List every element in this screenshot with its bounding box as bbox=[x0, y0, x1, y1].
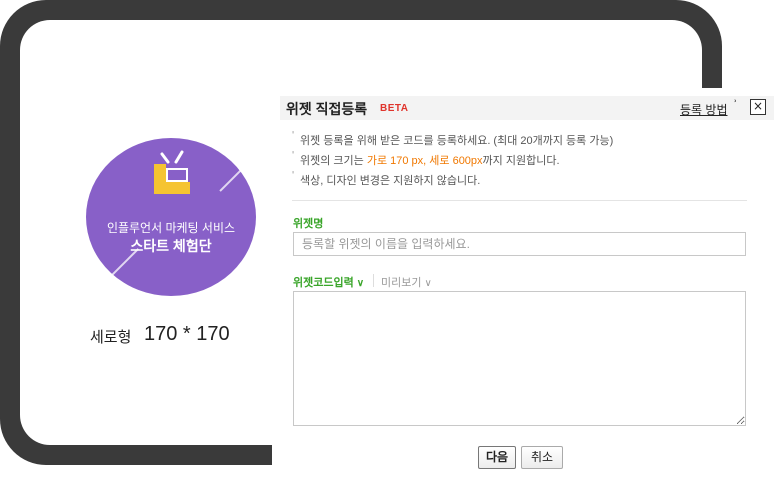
note-text: 위젯 등록을 위해 받은 코드를 등록하세요. (최대 20개까지 등록 가능) bbox=[300, 135, 614, 147]
note-item: ʹ 색상, 디자인 변경은 지원하지 않습니다. bbox=[292, 170, 613, 192]
widget-name-input[interactable] bbox=[293, 232, 746, 256]
beta-badge: BETA bbox=[380, 103, 409, 114]
widget-name-label: 위젯명 bbox=[293, 218, 324, 230]
divider bbox=[292, 200, 747, 201]
help-mark-icon: ʾ bbox=[734, 99, 738, 110]
bullet-icon: ʹ bbox=[292, 170, 295, 182]
help-link[interactable]: 등록 방법 bbox=[680, 101, 728, 118]
size-value: 170 * 170 bbox=[144, 323, 230, 345]
tab-separator bbox=[373, 274, 374, 287]
tab-preview-label: 미리보기 bbox=[381, 277, 422, 289]
note-item: ʹ 위젯의 크기는 가로 170 px, 세로 600px까지 지원합니다. bbox=[292, 150, 613, 172]
tab-code-input[interactable]: 위젯코드입력 ∨ bbox=[293, 274, 364, 290]
widget-register-dialog: 위젯 직접등록 BETA 등록 방법 ʾ × ʹ 위젯 등록을 위해 받은 코드… bbox=[272, 88, 774, 483]
dialog-header: 위젯 직접등록 BETA 등록 방법 ʾ × bbox=[280, 96, 774, 120]
cancel-button[interactable]: 취소 bbox=[521, 446, 563, 469]
chevron-down-icon: ∨ bbox=[356, 278, 365, 289]
tab-preview[interactable]: 미리보기 ∨ bbox=[381, 274, 432, 290]
note-text: 까지 지원합니다. bbox=[482, 155, 560, 167]
bullet-icon: ʹ bbox=[292, 150, 295, 162]
chevron-down-icon: ∨ bbox=[424, 278, 432, 289]
next-button[interactable]: 다음 bbox=[478, 446, 516, 469]
size-type-label: 세로형 bbox=[90, 329, 132, 346]
notes-list: ʹ 위젯 등록을 위해 받은 코드를 등록하세요. (최대 20개까지 등록 가… bbox=[292, 130, 614, 192]
note-item: ʹ 위젯 등록을 위해 받은 코드를 등록하세요. (최대 20개까지 등록 가… bbox=[292, 130, 614, 152]
tab-code-label: 위젯코드입력 bbox=[293, 277, 354, 289]
note-highlight: 가로 170 px, 세로 600px bbox=[366, 155, 483, 167]
widget-title-text: 스타트 체험단 bbox=[130, 238, 212, 254]
close-button[interactable]: × bbox=[750, 99, 766, 115]
tv-logo-icon bbox=[154, 150, 190, 194]
widget-code-textarea[interactable] bbox=[293, 291, 746, 426]
note-text: 위젯의 크기는 bbox=[300, 155, 367, 167]
widget-service-text: 인플루언서 마케팅 서비스 bbox=[106, 221, 236, 235]
bullet-icon: ʹ bbox=[292, 130, 295, 142]
dialog-title: 위젯 직접등록 bbox=[286, 101, 368, 117]
note-text: 색상, 디자인 변경은 지원하지 않습니다. bbox=[300, 175, 481, 187]
